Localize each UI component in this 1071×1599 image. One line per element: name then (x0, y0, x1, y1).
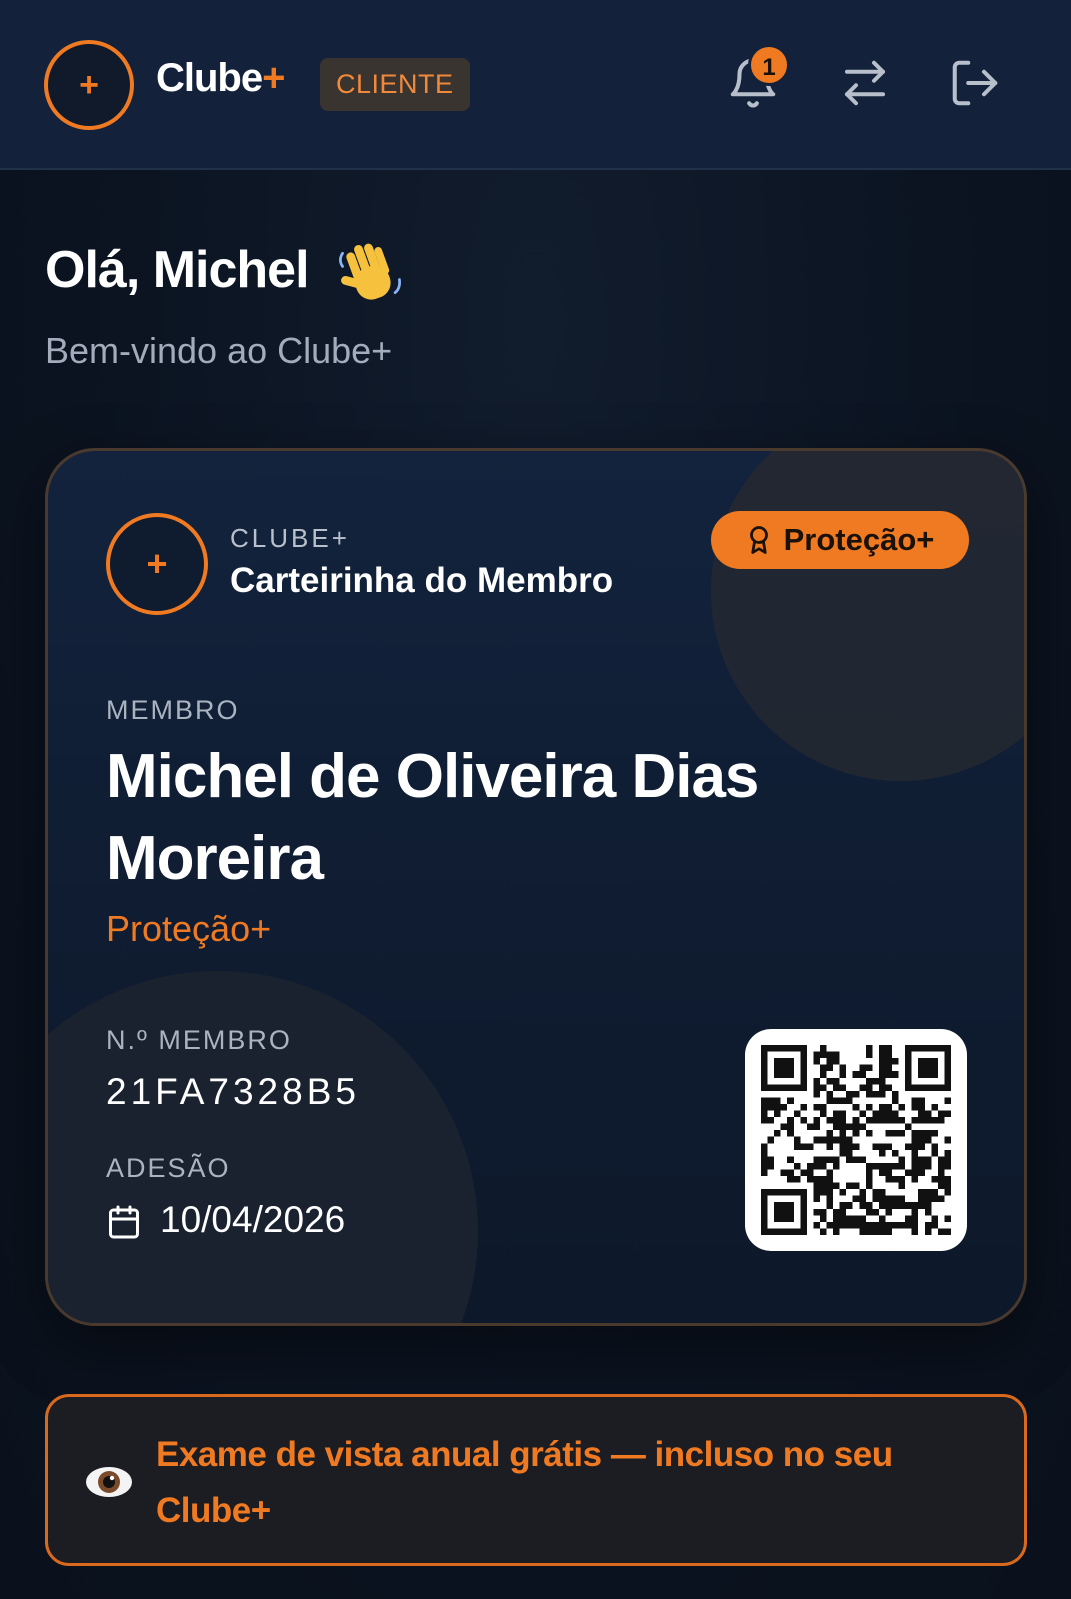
join-date: 10/04/2026 (160, 1199, 346, 1240)
award-icon (749, 526, 768, 554)
card-brand: CLUBE+ (230, 523, 350, 553)
qr-code[interactable] (745, 1029, 967, 1251)
card-title: Carteirinha do Membro (230, 561, 614, 600)
swap-icon[interactable] (838, 56, 892, 110)
calendar-icon (109, 1205, 139, 1239)
plus-icon: + (79, 66, 99, 104)
member-name: Michel de Oliveira Dias Moreira (106, 742, 759, 893)
benefit-banner-text: Exame de vista anual grátis — incluso no… (156, 1435, 893, 1530)
plan-badge-label: Proteção+ (783, 522, 935, 557)
top-header: + Clube+ CLIENTE 1 (0, 0, 1071, 170)
greeting-title: Olá, Michel (45, 241, 310, 299)
member-id-label: N.º MEMBRO (106, 1025, 292, 1055)
qr-code-image (761, 1045, 951, 1235)
card-logo: + (106, 513, 208, 615)
member-card: + CLUBE+ Carteirinha do Membro Proteção+… (45, 448, 1027, 1326)
notification-count-badge: 1 (748, 44, 790, 86)
logo[interactable]: + (44, 40, 134, 130)
greeting-subtitle: Bem-vindo ao Clube+ (45, 330, 393, 371)
plus-icon: + (146, 543, 168, 584)
eye-icon (86, 1467, 132, 1497)
page: + Clube+ CLIENTE 1 Olá, Michel Bem-vindo… (0, 0, 1071, 1599)
waving-hand-icon (339, 243, 401, 300)
benefit-banner[interactable]: Exame de vista anual grátis — incluso no… (45, 1394, 1027, 1566)
join-date-label: ADESÃO (106, 1153, 231, 1183)
card-decoration-circle (711, 451, 1024, 781)
role-badge: CLIENTE (320, 58, 470, 111)
member-plan: Proteção+ (106, 908, 272, 949)
logout-icon[interactable] (948, 56, 1002, 110)
member-label: MEMBRO (106, 695, 240, 725)
plan-badge: Proteção+ (711, 511, 969, 569)
member-id: 21FA7328B5 (106, 1071, 360, 1112)
qr-modules (761, 1045, 951, 1235)
brand-name: Clube+ (156, 56, 286, 100)
